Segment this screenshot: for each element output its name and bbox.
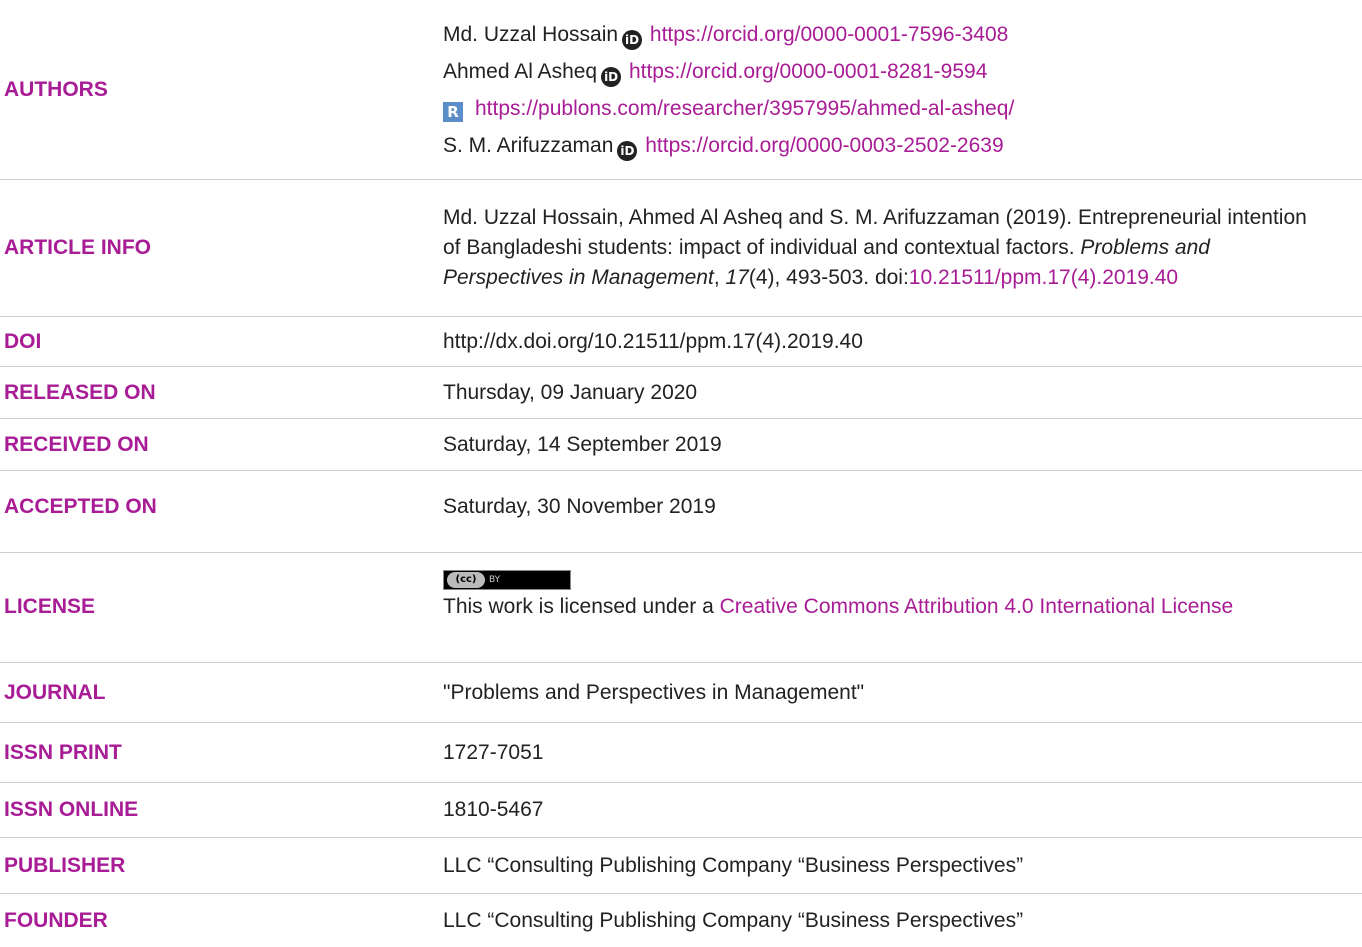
author-name: Ahmed Al Asheq	[443, 59, 598, 83]
accepted-on-value: Saturday, 30 November 2019	[443, 495, 716, 518]
issn-print-label: ISSN PRINT	[4, 740, 122, 764]
row-publisher: PUBLISHER LLC “Consulting Publishing Com…	[0, 838, 1362, 894]
orcid-icon: iD	[622, 29, 643, 50]
orcid-link[interactable]: https://orcid.org/0000-0001-7596-3408	[650, 23, 1008, 46]
author-name: S. M. Arifuzzaman	[443, 133, 614, 157]
issn-print-value: 1727-7051	[443, 740, 544, 764]
row-founder: FOUNDER LLC “Consulting Publishing Compa…	[0, 894, 1362, 947]
founder-value: LLC “Consulting Publishing Company “Busi…	[443, 908, 1024, 932]
citation-issue-pages: (4), 493-503.	[748, 266, 870, 289]
orcid-icon: iD	[617, 140, 638, 161]
row-accepted-on: ACCEPTED ON Saturday, 30 November 2019	[0, 471, 1362, 553]
row-authors: AUTHORS Md. Uzzal Hossain iD https://orci…	[0, 0, 1362, 180]
orcid-link[interactable]: https://orcid.org/0000-0003-2502-2639	[645, 134, 1003, 157]
orcid-link[interactable]: https://orcid.org/0000-0001-8281-9594	[629, 60, 987, 83]
row-issn-print: ISSN PRINT 1727-7051	[0, 723, 1362, 783]
row-article-info: ARTICLE INFO Md. Uzzal Hossain, Ahmed Al…	[0, 180, 1362, 317]
citation-volume: 17	[725, 266, 749, 289]
license-link[interactable]: Creative Commons Attribution 4.0 Interna…	[720, 595, 1234, 618]
released-on-label: RELEASED ON	[4, 380, 156, 404]
issn-online-value: 1810-5467	[443, 798, 544, 821]
publisher-label: PUBLISHER	[4, 853, 126, 877]
accepted-on-label: ACCEPTED ON	[4, 495, 157, 518]
authors-label: AUTHORS	[4, 77, 108, 101]
publisher-value: LLC “Consulting Publishing Company “Busi…	[443, 853, 1024, 877]
citation-authors: Md. Uzzal Hossain, Ahmed Al Asheq and S.…	[443, 206, 1073, 229]
citation-doi-link[interactable]: 10.21511/ppm.17(4).2019.40	[909, 266, 1178, 289]
received-on-value: Saturday, 14 September 2019	[443, 432, 722, 456]
row-doi: DOI http://dx.doi.org/10.21511/ppm.17(4)…	[0, 317, 1362, 367]
released-on-value: Thursday, 09 January 2020	[443, 380, 698, 404]
issn-online-label: ISSN ONLINE	[4, 798, 139, 821]
authors-list: Md. Uzzal Hossain iD https://orcid.org/00…	[443, 16, 1322, 164]
citation-doi-prefix: doi:	[874, 266, 909, 289]
author-name: Md. Uzzal Hossain	[443, 22, 619, 46]
license-text: This work is licensed under a	[443, 595, 720, 618]
row-received-on: RECEIVED ON Saturday, 14 September 2019	[0, 419, 1362, 471]
article-citation: Md. Uzzal Hossain, Ahmed Al Asheq and S.…	[443, 206, 1307, 289]
received-on-label: RECEIVED ON	[4, 432, 149, 456]
license-value: (cc) BY This work is licensed under a Cre…	[443, 561, 1322, 622]
author-1: Md. Uzzal Hossain iD https://orcid.org/00…	[443, 16, 1322, 53]
row-journal: JOURNAL "Problems and Perspectives in Ma…	[0, 663, 1362, 723]
author-3: S. M. Arifuzzaman iD https://orcid.org/00…	[443, 127, 1322, 164]
publons-link[interactable]: https://publons.com/researcher/3957995/a…	[475, 97, 1014, 120]
row-license: LICENSE (cc) BY This work is licensed und…	[0, 553, 1362, 663]
cc-by-badge[interactable]: (cc) BY	[443, 561, 1322, 592]
orcid-icon: iD	[601, 66, 622, 87]
row-released-on: RELEASED ON Thursday, 09 January 2020	[0, 367, 1362, 419]
cc-icon: (cc)	[447, 572, 485, 588]
doi-label: DOI	[4, 329, 42, 353]
author-2-publons: Rhttps://publons.com/researcher/3957995/…	[443, 90, 1322, 127]
journal-value: "Problems and Perspectives in Management…	[443, 680, 865, 704]
by-icon: BY	[489, 575, 501, 585]
row-issn-online: ISSN ONLINE 1810-5467	[0, 783, 1362, 838]
article-info-label: ARTICLE INFO	[4, 236, 151, 259]
founder-label: FOUNDER	[4, 908, 108, 932]
doi-value: http://dx.doi.org/10.21511/ppm.17(4).201…	[443, 329, 863, 353]
license-label: LICENSE	[4, 595, 96, 618]
author-2: Ahmed Al Asheq iD https://orcid.org/0000-…	[443, 53, 1322, 90]
publons-icon: R	[443, 101, 463, 122]
journal-label: JOURNAL	[4, 680, 106, 704]
